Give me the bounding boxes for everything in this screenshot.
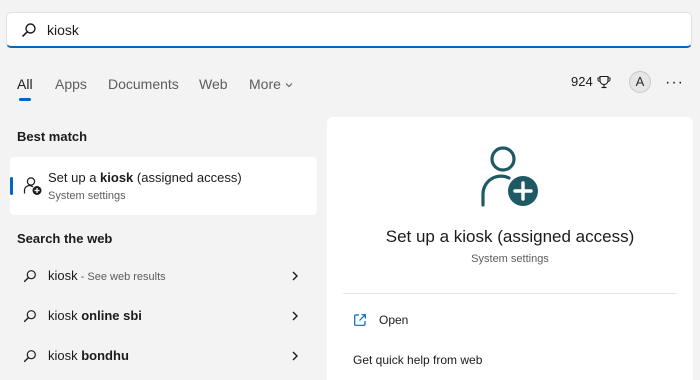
- tab-apps[interactable]: Apps: [55, 76, 87, 92]
- tab-web[interactable]: Web: [199, 76, 228, 92]
- chevron-right-icon: [292, 351, 298, 361]
- best-match-title: Set up a kiosk (assigned access): [48, 170, 242, 185]
- more-options-icon[interactable]: ···: [665, 74, 684, 92]
- rewards-points[interactable]: 924: [571, 74, 611, 89]
- web-result-text: kiosk - See web results: [48, 268, 166, 283]
- search-icon: [23, 310, 36, 323]
- web-result-text: kiosk online sbi: [48, 308, 142, 323]
- tab-more[interactable]: More: [249, 76, 293, 92]
- open-action-label: Open: [379, 313, 409, 327]
- tab-more-label: More: [249, 76, 281, 92]
- assigned-access-icon: [481, 146, 538, 207]
- chevron-down-icon: [285, 83, 293, 88]
- search-icon: [23, 350, 36, 363]
- web-result-row[interactable]: kiosk - See web results: [10, 258, 317, 294]
- open-external-icon: [354, 314, 366, 326]
- web-result-row[interactable]: kiosk online sbi: [10, 298, 317, 334]
- tab-documents[interactable]: Documents: [108, 76, 179, 92]
- tab-all[interactable]: All: [17, 76, 33, 92]
- detail-title: Set up a kiosk (assigned access): [385, 227, 635, 246]
- detail-panel: Set up a kiosk (assigned access) System …: [327, 117, 693, 380]
- chevron-right-icon: [292, 311, 298, 321]
- detail-subtitle: System settings: [471, 253, 549, 265]
- assigned-access-icon: [23, 177, 42, 195]
- open-action[interactable]: Open: [353, 313, 408, 327]
- search-box[interactable]: [6, 12, 692, 48]
- trophy-icon: [597, 75, 611, 88]
- avatar[interactable]: A: [629, 71, 651, 93]
- best-match-heading: Best match: [17, 129, 88, 144]
- selection-indicator: [10, 177, 13, 195]
- divider: [343, 293, 677, 294]
- chevron-right-icon: [292, 271, 298, 281]
- search-input[interactable]: [45, 18, 669, 42]
- rewards-points-value: 924: [571, 74, 593, 89]
- quick-help-action[interactable]: Get quick help from web: [353, 353, 482, 367]
- search-icon: [22, 23, 36, 37]
- active-tab-indicator: [19, 98, 31, 101]
- web-result-text: kiosk bondhu: [48, 348, 129, 363]
- best-match-result[interactable]: Set up a kiosk (assigned access) System …: [10, 157, 317, 215]
- search-web-heading: Search the web: [17, 231, 113, 246]
- best-match-subtitle: System settings: [48, 190, 126, 202]
- search-icon: [23, 270, 36, 283]
- web-result-row[interactable]: kiosk bondhu: [10, 338, 317, 374]
